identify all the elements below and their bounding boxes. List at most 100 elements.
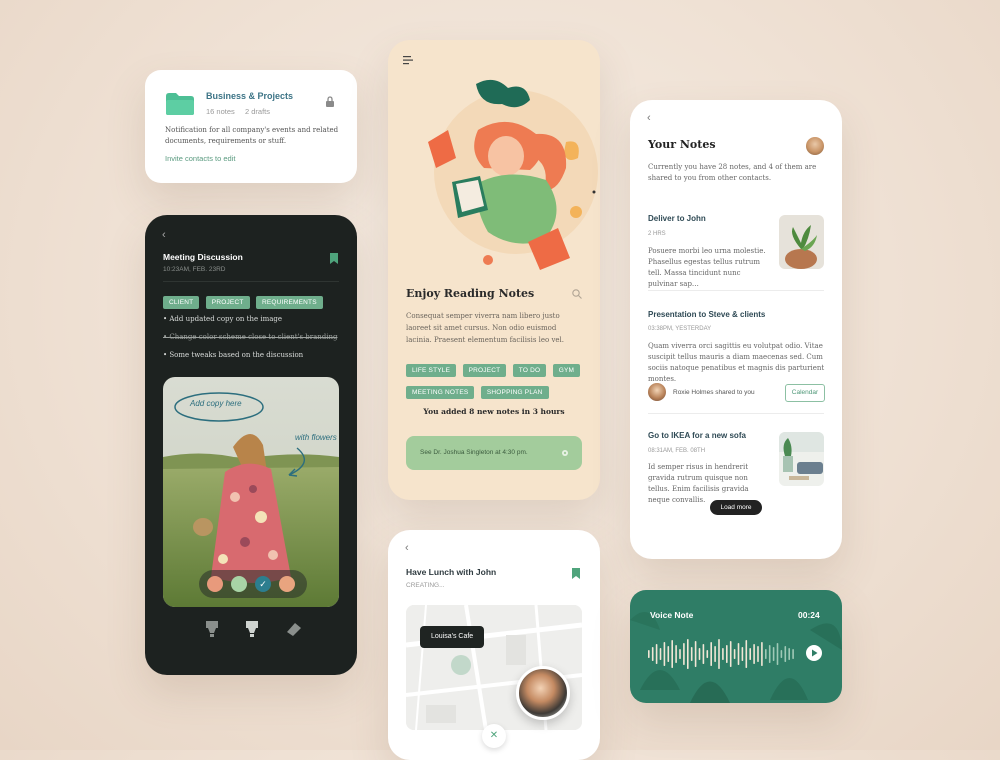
reading-tags: LIFE STYLE PROJECT TO DO GYM MEETING NOT…	[406, 359, 586, 403]
load-more-button[interactable]: Load more	[710, 500, 762, 515]
close-icon[interactable]: ✕	[482, 724, 506, 748]
waveform-bar	[765, 649, 767, 659]
calendar-button[interactable]: Calendar	[785, 384, 825, 402]
annotation-text: Add copy here	[190, 399, 242, 408]
list-item-text: Add updated copy on the image	[169, 315, 283, 323]
livingroom-image	[779, 432, 824, 486]
waveform-bar	[706, 650, 709, 658]
back-arrow-icon[interactable]: ‹	[162, 229, 166, 241]
meeting-datetime: 10:23AM, FEB. 23RD	[163, 266, 226, 273]
waveform-bar	[745, 640, 748, 668]
reading-illustration	[428, 79, 598, 270]
avatar[interactable]	[516, 666, 570, 720]
waveform-bar	[722, 648, 724, 660]
note-title[interactable]: Presentation to Steve & clients	[648, 310, 765, 319]
tag-gym[interactable]: GYM	[552, 364, 581, 377]
page-title: Your Notes	[648, 138, 716, 151]
color-swatch[interactable]	[279, 576, 295, 592]
bookmark-icon[interactable]	[330, 253, 338, 264]
business-projects-card[interactable]: Business & Projects 16 notes 2 drafts No…	[145, 70, 357, 183]
settings-icon[interactable]	[561, 449, 569, 457]
waveform-bar	[737, 643, 740, 665]
eraser-icon[interactable]	[285, 620, 303, 638]
photo[interactable]: Add copy here with flowers ✓	[163, 377, 339, 607]
meeting-title: Meeting Discussion	[163, 252, 243, 262]
reminder-banner[interactable]: See Dr. Joshua Singleton at 4:30 pm.	[406, 436, 582, 470]
voice-note-card: Voice Note 00:24	[630, 590, 842, 703]
waveform-bar	[714, 646, 716, 662]
avatar[interactable]	[806, 137, 824, 155]
your-notes-card: ‹ Your Notes Currently you have 28 notes…	[630, 100, 842, 559]
avatar	[648, 383, 666, 401]
note-body: Posuere morbi leo urna molestie. Phasell…	[648, 247, 766, 288]
plant-image	[779, 215, 824, 269]
waveform-bar	[679, 649, 681, 659]
tag-shopping-plan[interactable]: SHOPPING PLAN	[480, 386, 549, 399]
color-swatch[interactable]	[231, 576, 247, 592]
waveform-bar	[741, 647, 744, 661]
back-arrow-icon[interactable]: ‹	[647, 112, 651, 124]
waveform-bar	[667, 646, 670, 662]
list-item: • Add updated copy on the image	[163, 315, 283, 323]
waveform-bar	[757, 646, 759, 662]
list-item-text: Change color scheme close to client's br…	[169, 333, 338, 341]
waveform-bar	[710, 642, 712, 666]
pen-icon[interactable]	[245, 620, 259, 638]
tag-meeting-notes[interactable]: MEETING NOTES	[406, 386, 475, 399]
meeting-note-card: ‹ Meeting Discussion 10:23AM, FEB. 23RD …	[145, 215, 357, 675]
tag-project[interactable]: PROJECT	[205, 296, 250, 309]
note-title[interactable]: Go to IKEA for a new sofa	[648, 431, 746, 440]
marker-icon[interactable]	[205, 620, 219, 638]
notes-count: 16 notes	[206, 107, 235, 116]
list-item: • Change color scheme close to client's …	[163, 333, 338, 341]
waveform-bar	[768, 645, 771, 663]
waveform-bar	[698, 648, 701, 660]
note-meta: 2 HRS	[648, 231, 666, 237]
waveform-bar	[687, 639, 689, 669]
note-title[interactable]: Deliver to John	[648, 214, 706, 223]
reading-notes-card: Enjoy Reading Notes Consequat semper viv…	[388, 40, 600, 500]
note-thumbnail[interactable]	[779, 432, 824, 486]
folder-icon	[166, 93, 194, 115]
color-swatch[interactable]	[207, 576, 223, 592]
location-pin-icon[interactable]	[451, 655, 471, 675]
folder-title: Business & Projects	[206, 91, 294, 101]
back-arrow-icon[interactable]: ‹	[405, 542, 409, 554]
waveform-bar	[659, 648, 662, 660]
annotation-text: with flowers	[295, 433, 337, 442]
waveform-bar	[733, 649, 736, 659]
note-title: Have Lunch with John	[406, 567, 497, 577]
menu-icon[interactable]	[403, 56, 413, 65]
waveform-bar	[749, 648, 751, 660]
shared-by-text: Roxie Holmes shared to you	[673, 389, 755, 396]
waveform-bar	[690, 647, 693, 661]
bookmark-icon[interactable]	[572, 568, 580, 579]
waveform-bar	[776, 643, 779, 665]
waveform-bar	[729, 641, 732, 667]
note-thumbnail[interactable]	[779, 215, 824, 269]
play-button[interactable]	[806, 645, 822, 661]
tag-to-do[interactable]: TO DO	[512, 364, 547, 377]
waveform-bar	[651, 647, 654, 661]
tag-project[interactable]: PROJECT	[462, 364, 507, 377]
divider	[648, 413, 824, 414]
waveform-bar	[675, 645, 677, 663]
waveform-bar	[702, 644, 705, 664]
search-icon[interactable]	[572, 289, 582, 299]
lock-icon[interactable]	[325, 96, 335, 108]
waveform-bar	[780, 650, 783, 658]
waveform-bar	[772, 647, 775, 661]
waveform-bar	[761, 642, 763, 666]
divider	[163, 281, 339, 282]
tag-client[interactable]: CLIENT	[163, 296, 200, 309]
invite-link[interactable]: Invite contacts to edit	[165, 154, 235, 163]
list-item-text: Some tweaks based on the discussion	[169, 351, 304, 359]
tag-life-style[interactable]: LIFE STYLE	[406, 364, 457, 377]
tag-requirements[interactable]: REQUIREMENTS	[255, 296, 323, 309]
waveform-bar	[726, 645, 728, 663]
color-swatch-selected[interactable]: ✓	[255, 576, 271, 592]
page-subtitle: Currently you have 28 notes, and 4 of th…	[648, 163, 817, 182]
place-label[interactable]: Louisa's Cafe	[420, 626, 485, 648]
waveform[interactable]	[648, 634, 798, 674]
waveform-bar	[694, 641, 697, 667]
